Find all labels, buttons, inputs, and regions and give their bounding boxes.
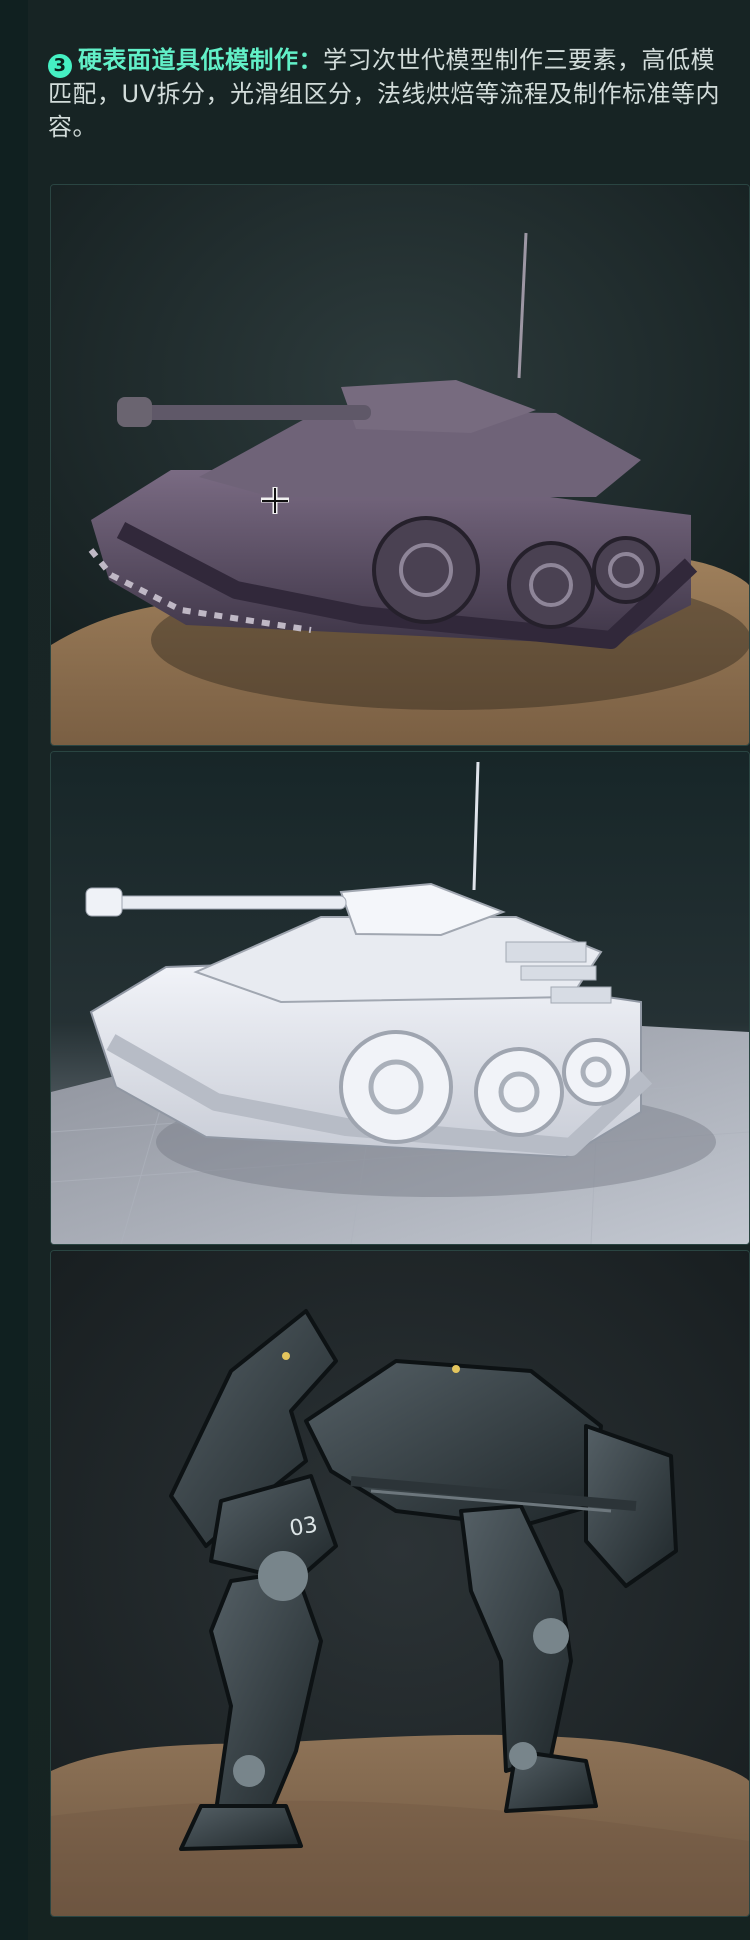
tank-textured-image	[50, 184, 750, 746]
tank-clay-illustration	[51, 752, 749, 1244]
tank-textured-illustration	[51, 185, 749, 745]
left-rail	[0, 0, 29, 1940]
mech-walker-image: 03	[50, 1250, 750, 1917]
content-page: 3 硬表面道具低模制作：学习次世代模型制作三要素，高低模匹配，UV拆分，光滑组区分…	[28, 0, 750, 1940]
tank-clay-image	[50, 751, 750, 1245]
section-number-badge: 3	[48, 54, 72, 78]
section-heading: 硬表面道具低模制作：	[78, 46, 323, 74]
svg-text:03: 03	[288, 1512, 320, 1541]
mech-walker-illustration: 03	[51, 1251, 749, 1916]
section-description: 3 硬表面道具低模制作：学习次世代模型制作三要素，高低模匹配，UV拆分，光滑组区分…	[48, 44, 733, 144]
